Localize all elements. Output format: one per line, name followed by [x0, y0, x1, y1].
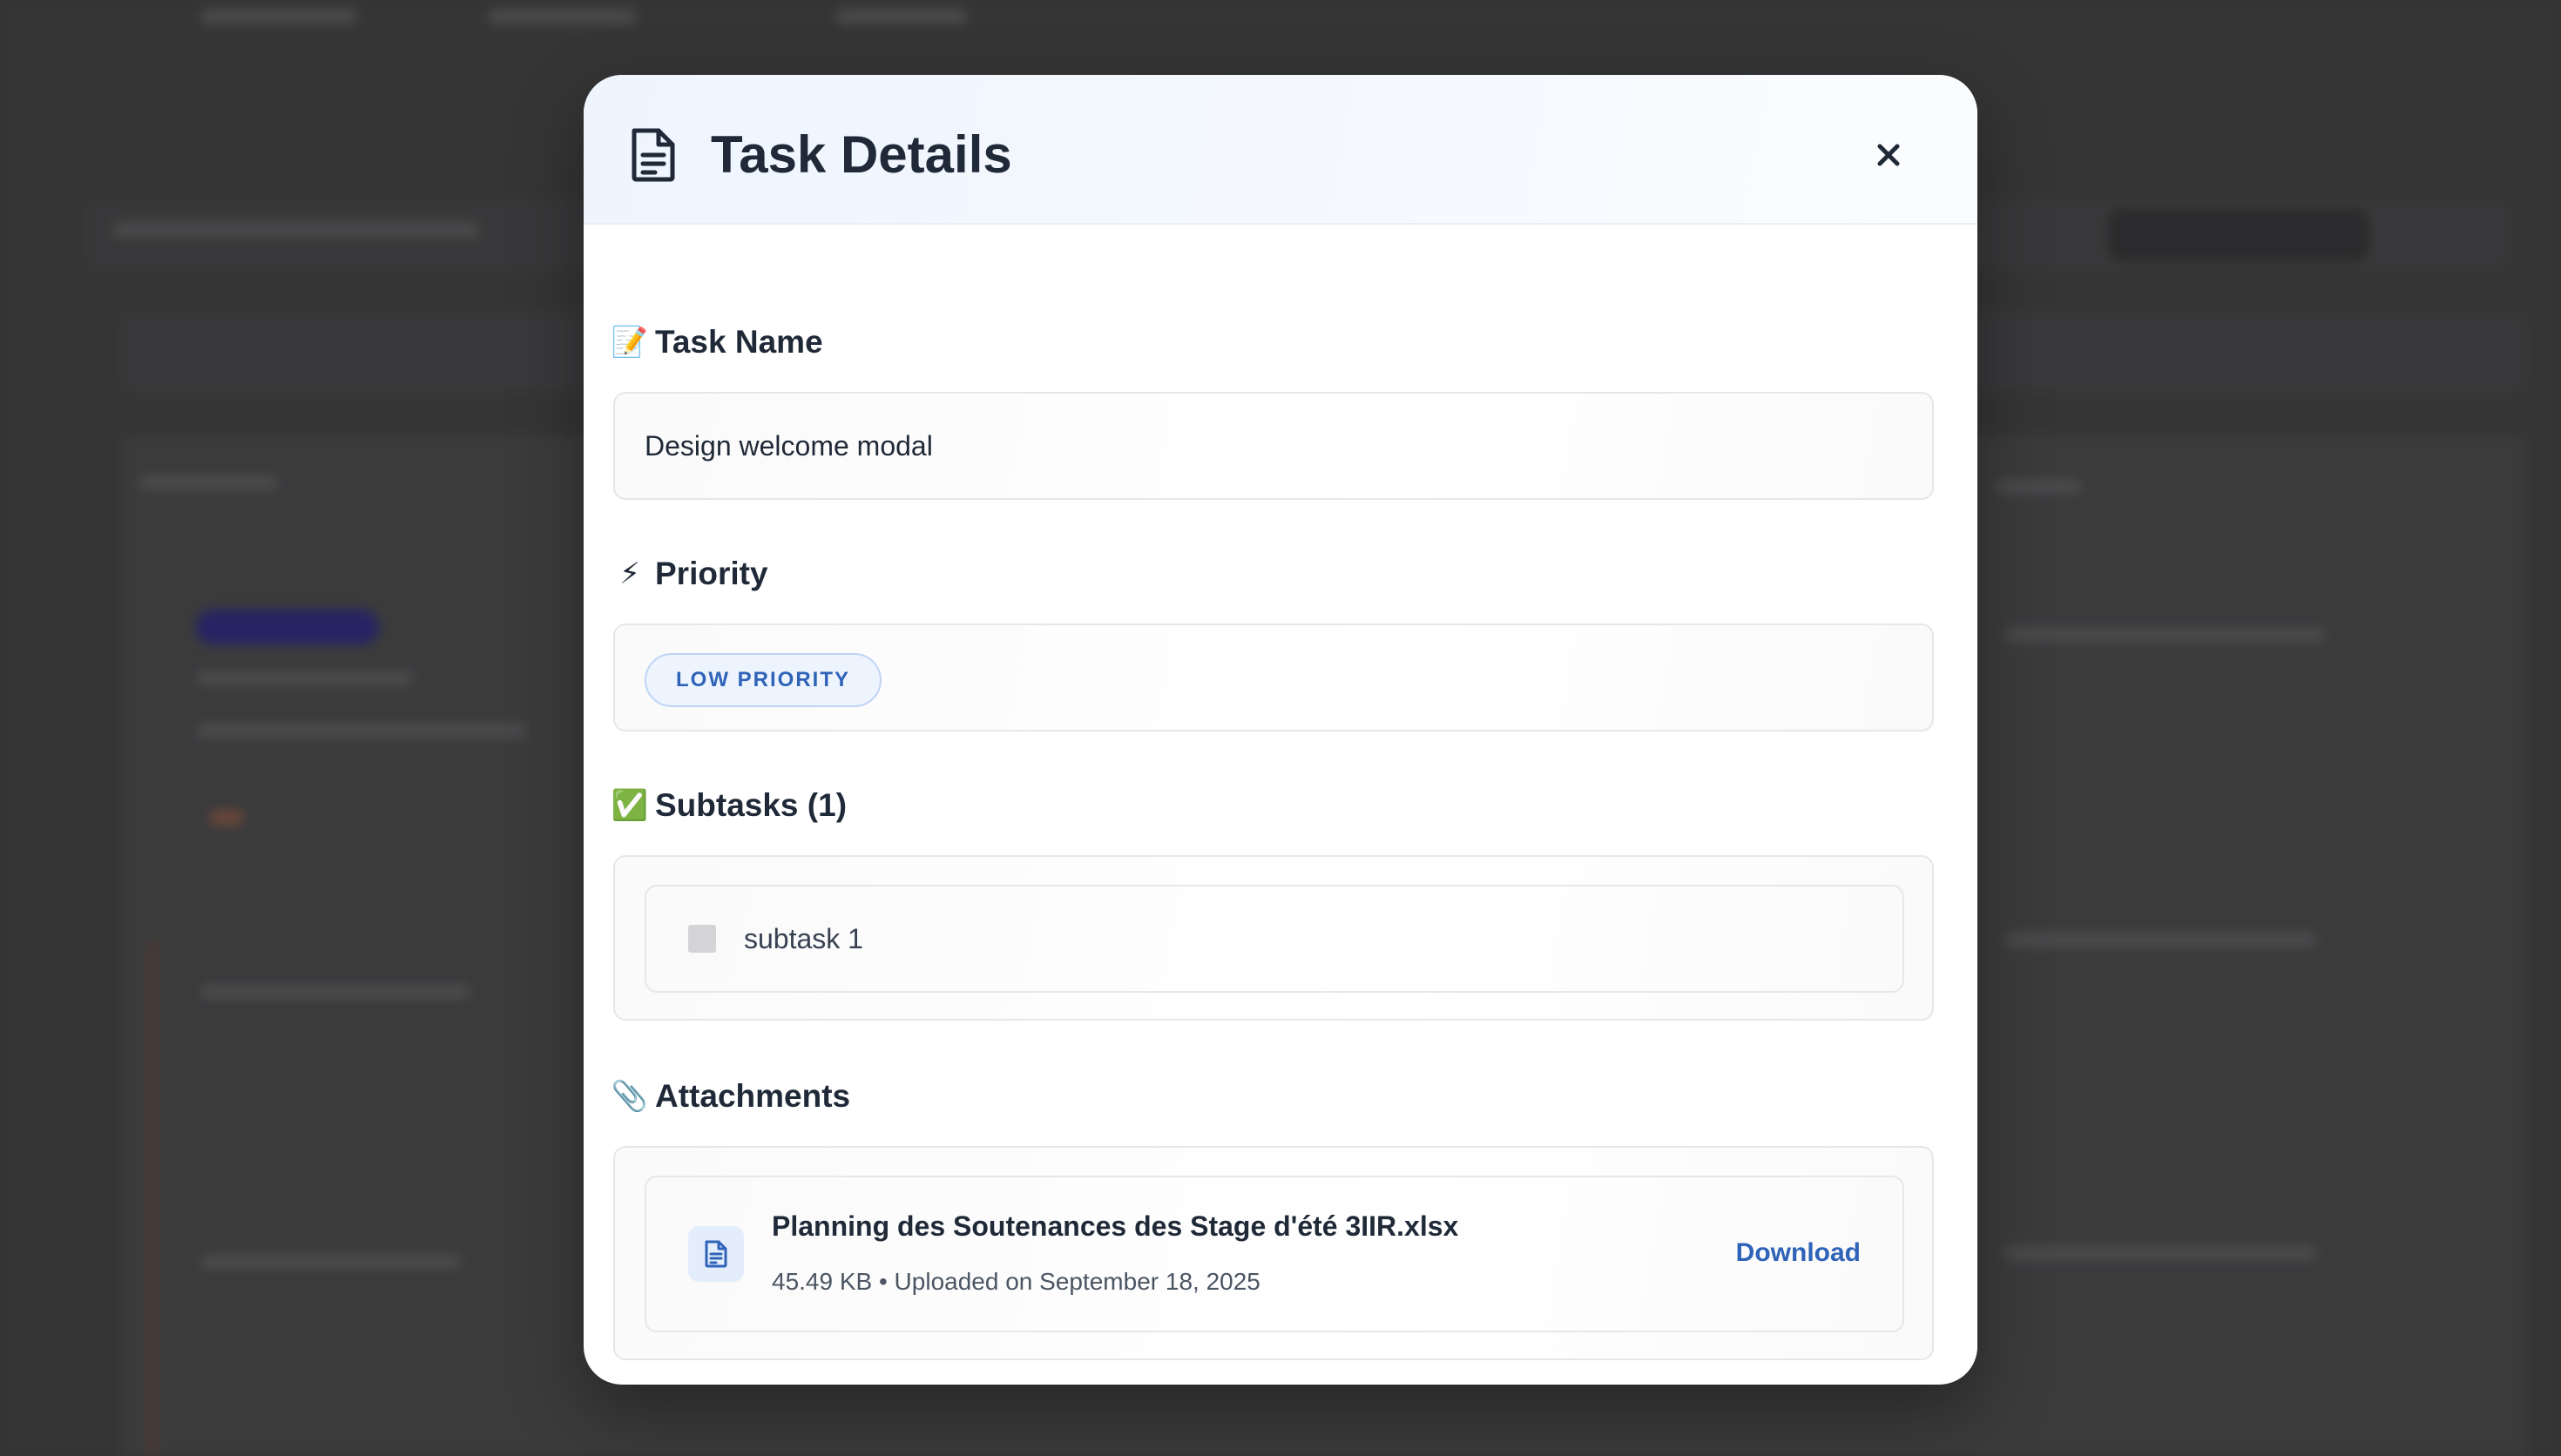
attachments-label: 📎 Attachments [611, 1075, 851, 1118]
modal-header: Task Details [584, 75, 1977, 225]
attachments-list: Planning des Soutenances des Stage d'été… [613, 1146, 1934, 1360]
subtasks-label-text: Subtasks (1) [655, 787, 848, 823]
document-icon [629, 127, 678, 183]
subtasks-list: subtask 1 [613, 855, 1934, 1021]
subtask-text: subtask 1 [744, 922, 863, 954]
priority-label-text: Priority [655, 556, 768, 591]
attachments-label-text: Attachments [655, 1078, 851, 1114]
scrollbar-track[interactable] [1962, 225, 1977, 1385]
check-mark-icon: ✅ [611, 789, 649, 822]
file-text-icon [688, 1226, 744, 1282]
close-button[interactable] [1864, 131, 1913, 179]
memo-icon: 📝 [611, 326, 649, 359]
task-details-modal: Task Details 📝 Task Name Design welcome … [584, 75, 1977, 1385]
subtask-checkbox[interactable] [688, 925, 716, 953]
lightning-icon: ⚡ [619, 557, 640, 590]
download-button[interactable]: Download [1736, 1238, 1861, 1268]
close-icon [1877, 144, 1900, 166]
task-name-value: Design welcome modal [645, 429, 933, 462]
priority-badge: LOW PRIORITY [645, 653, 882, 707]
paperclip-icon: 📎 [611, 1080, 649, 1113]
attachment-item: Planning des Soutenances des Stage d'été… [645, 1176, 1904, 1332]
modal-body[interactable]: 📝 Task Name Design welcome modal ⚡ Prior… [584, 225, 1965, 1385]
attachment-file-name: Planning des Soutenances des Stage d'été… [772, 1210, 1459, 1242]
task-name-label: 📝 Task Name [611, 320, 823, 364]
attachment-meta: 45.49 KB • Uploaded on September 18, 202… [772, 1268, 1260, 1295]
subtasks-label: ✅ Subtasks (1) [611, 784, 848, 827]
priority-label: ⚡ Priority [613, 552, 768, 596]
priority-field: LOW PRIORITY [613, 624, 1934, 731]
task-name-label-text: Task Name [655, 324, 823, 360]
task-name-field: Design welcome modal [613, 392, 1934, 500]
modal-title: Task Details [711, 125, 1012, 184]
subtask-item[interactable]: subtask 1 [645, 885, 1904, 993]
